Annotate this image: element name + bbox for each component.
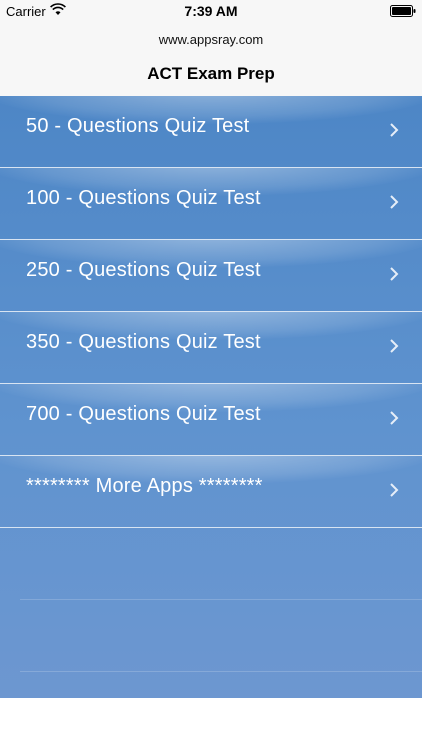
chevron-right-icon (390, 267, 399, 281)
menu-table: 50 - Questions Quiz Test 100 - Questions… (0, 96, 422, 698)
chevron-right-icon (390, 483, 399, 497)
battery-icon (390, 5, 416, 17)
menu-item-label: ******** More Apps ******** (26, 475, 263, 497)
menu-item-350-questions[interactable]: 350 - Questions Quiz Test (0, 312, 422, 384)
status-bar: Carrier 7:39 AM (0, 0, 422, 22)
menu-item-label: 350 - Questions Quiz Test (26, 331, 261, 353)
menu-item-more-apps[interactable]: ******** More Apps ******** (0, 456, 422, 528)
status-time: 7:39 AM (184, 3, 238, 19)
empty-row (20, 600, 422, 672)
menu-item-label: 250 - Questions Quiz Test (26, 259, 261, 281)
empty-row (20, 528, 422, 600)
navigation-bar: www.appsray.com ACT Exam Prep (0, 22, 422, 97)
nav-title: ACT Exam Prep (147, 64, 275, 83)
menu-item-700-questions[interactable]: 700 - Questions Quiz Test (0, 384, 422, 456)
menu-item-100-questions[interactable]: 100 - Questions Quiz Test (0, 168, 422, 240)
menu-item-250-questions[interactable]: 250 - Questions Quiz Test (0, 240, 422, 312)
menu-item-label: 100 - Questions Quiz Test (26, 187, 261, 209)
chevron-right-icon (390, 123, 399, 137)
menu-item-50-questions[interactable]: 50 - Questions Quiz Test (0, 96, 422, 168)
chevron-right-icon (390, 411, 399, 425)
nav-subtitle: www.appsray.com (158, 32, 264, 47)
menu-item-label: 700 - Questions Quiz Test (26, 403, 261, 425)
menu-item-label: 50 - Questions Quiz Test (26, 115, 250, 137)
chevron-right-icon (390, 195, 399, 209)
chevron-right-icon (390, 339, 399, 353)
